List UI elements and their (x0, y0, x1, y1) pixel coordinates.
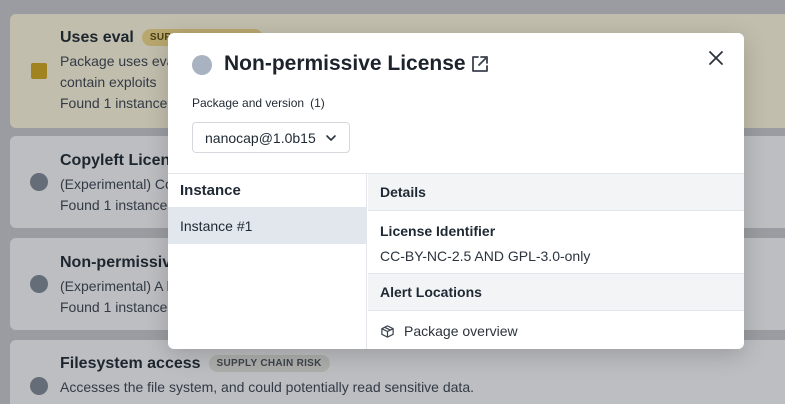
alerts-page: Uses evalSUPPLY CHAIN RISK Package uses … (0, 0, 785, 404)
details-pane: Details License Identifier CC-BY-NC-2.5 … (368, 174, 744, 349)
package-overview-link[interactable]: Package overview (380, 323, 518, 339)
package-version-select[interactable]: nanocap@1.0b15 (192, 122, 350, 153)
package-version-value: nanocap@1.0b15 (205, 129, 316, 146)
package-count: (1) (310, 96, 325, 110)
modal-body: Instance Instance #1 Details License Ide… (168, 173, 744, 349)
chevron-down-icon (326, 135, 336, 141)
close-icon[interactable] (705, 47, 727, 69)
license-identifier-value: CC-BY-NC-2.5 AND GPL-3.0-only (380, 248, 591, 264)
package-overview-label: Package overview (404, 323, 518, 339)
license-identifier-label: License Identifier (380, 223, 496, 239)
details-header: Details (368, 174, 744, 211)
alert-locations-header: Alert Locations (368, 274, 744, 311)
instance-item[interactable]: Instance #1 (168, 207, 367, 244)
instance-header: Instance (180, 182, 241, 199)
modal-header: Non-permissive License Package and versi… (168, 33, 744, 173)
package-version-label: Package and version (1) (192, 96, 325, 110)
external-link-icon[interactable] (470, 54, 490, 74)
package-box-icon (381, 324, 394, 338)
status-dot (192, 55, 212, 75)
modal-title: Non-permissive License (224, 52, 466, 75)
instance-list: Instance Instance #1 (168, 174, 367, 349)
alert-detail-modal: Non-permissive License Package and versi… (168, 33, 744, 349)
